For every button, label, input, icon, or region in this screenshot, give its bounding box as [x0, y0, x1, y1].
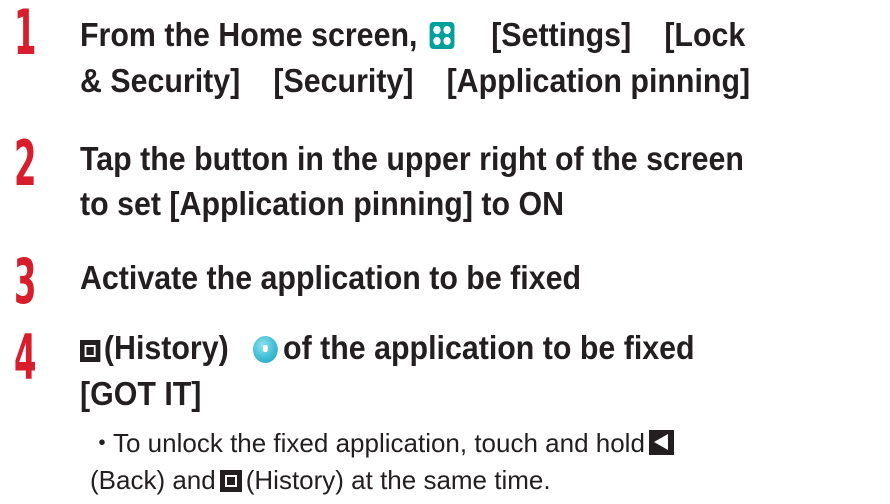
back-triangle-icon — [648, 430, 674, 455]
step-1-line-2: & Security] [Security] [Application pinnin… — [80, 64, 750, 97]
step-text: (History) — [103, 329, 229, 366]
step-number: 2 — [14, 127, 37, 200]
note-text: To unlock the fixed application, touch a… — [113, 428, 645, 458]
history-square-icon — [219, 470, 242, 492]
note-text: (History) at the same time. — [245, 465, 551, 495]
step-text: [Lock — [664, 16, 746, 53]
step-number: 1 — [14, 0, 37, 69]
step-text: From the Home screen, — [80, 16, 418, 53]
step-3-line-1: Activate the application to be fixed — [80, 259, 582, 296]
step-text: [Application pinning] — [446, 62, 751, 99]
step-4-line-1: (History) of the application to be fixed — [80, 331, 695, 364]
step-text: of the application to be fixed — [283, 329, 695, 366]
note-text: (Back) and — [90, 465, 216, 495]
bullet: ・ — [89, 428, 116, 458]
step-1-line-1: From the Home screen, [Settings] [Lock — [80, 18, 745, 51]
step-number: 3 — [14, 245, 37, 318]
step-text: & Security] — [80, 62, 241, 99]
note-line-1: To unlock the fixed application, touch a… — [113, 430, 674, 456]
step-2-line-2: to set [Application pinning] to ON — [80, 185, 565, 222]
step-number: 4 — [14, 321, 37, 394]
history-square-icon — [80, 340, 101, 362]
pin-app-icon — [252, 336, 278, 363]
note-line-2: (Back) and (History) at the same time. — [90, 467, 551, 493]
step-text: [Settings] — [491, 16, 632, 53]
step-text: [Security] — [273, 62, 414, 99]
step-4-line-2: [GOT IT] — [80, 375, 202, 412]
apps-grid-icon — [429, 22, 455, 49]
step-2-line-1: Tap the button in the upper right of the… — [80, 140, 744, 177]
